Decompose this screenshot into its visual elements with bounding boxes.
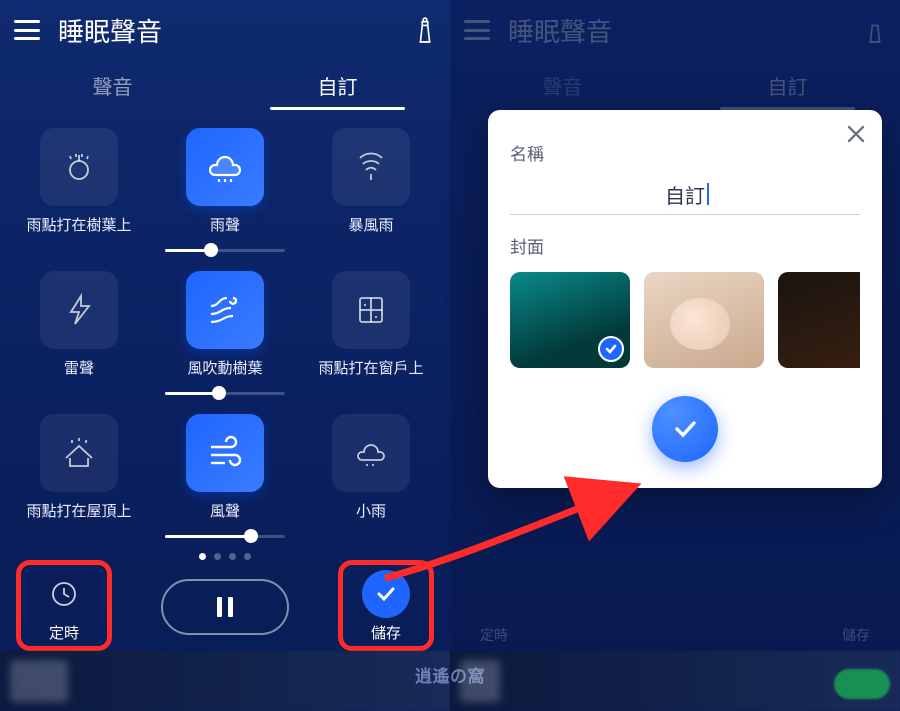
cover-field-label: 封面 — [510, 233, 860, 258]
menu-icon — [464, 20, 490, 40]
sound-window-rain[interactable]: 雨點打在窗戶上 — [298, 265, 444, 404]
save-label: 儲存 — [371, 622, 401, 643]
confirm-button[interactable] — [652, 396, 718, 462]
check-icon — [670, 414, 700, 444]
volume-slider[interactable] — [165, 241, 285, 259]
page-title: 睡眠聲音 — [58, 12, 396, 49]
phone-right: 睡眠聲音 聲音 自訂 名稱 封面 定時 儲存 — [450, 0, 900, 711]
timer-label: 定時 — [49, 622, 79, 643]
bottom-ad-blur — [450, 651, 900, 711]
tab-sound: 聲音 — [450, 60, 675, 110]
app-header: 睡眠聲音 — [0, 0, 450, 60]
bottom-ad-blur — [0, 651, 450, 711]
page-indicator — [0, 553, 450, 560]
sound-label: 雨點打在窗戶上 — [318, 357, 423, 378]
page-title: 睡眠聲音 — [508, 12, 846, 49]
sound-drizzle[interactable]: 小雨 — [298, 408, 444, 547]
sound-label: 雨聲 — [210, 214, 240, 235]
cover-list[interactable] — [510, 272, 860, 368]
dim-controls: 定時 儲存 — [450, 625, 900, 645]
sound-label: 小雨 — [356, 500, 386, 521]
sound-label: 風吹動樹葉 — [187, 357, 262, 378]
sound-rain[interactable]: 雨聲 — [152, 122, 298, 261]
play-pause-button[interactable] — [161, 579, 289, 635]
cover-option[interactable] — [644, 272, 764, 368]
volume-slider[interactable] — [165, 527, 285, 545]
sound-wind[interactable]: 風聲 — [152, 408, 298, 547]
menu-icon[interactable] — [14, 20, 40, 40]
tab-sound[interactable]: 聲音 — [0, 60, 225, 110]
sound-storm[interactable]: 暴風雨 — [298, 122, 444, 261]
sound-rain-leaf[interactable]: 雨點打在樹葉上 — [6, 122, 152, 261]
save-button[interactable]: 儲存 — [350, 570, 422, 643]
name-field-label: 名稱 — [510, 140, 860, 165]
sound-label: 風聲 — [210, 500, 240, 521]
lighthouse-icon[interactable] — [414, 16, 436, 44]
sound-grid: 雨點打在樹葉上 雨聲 暴風雨 雷聲 風吹動樹葉 雨點打在窗戶上 雨點打在屋頂 — [0, 110, 450, 547]
install-pill — [834, 669, 890, 699]
cover-option[interactable] — [778, 272, 860, 368]
dot[interactable] — [214, 553, 221, 560]
save-dialog: 名稱 封面 — [488, 110, 882, 488]
dot[interactable] — [244, 553, 251, 560]
sound-thunder[interactable]: 雷聲 — [6, 265, 152, 404]
dot[interactable] — [199, 553, 206, 560]
sound-label: 雨點打在屋頂上 — [26, 500, 131, 521]
sound-label: 暴風雨 — [348, 214, 393, 235]
sound-label: 雷聲 — [64, 357, 94, 378]
bottom-controls: 定時 儲存 — [0, 570, 450, 655]
sound-wind-leaf[interactable]: 風吹動樹葉 — [152, 265, 298, 404]
text-caret — [707, 183, 709, 205]
phone-left: 睡眠聲音 聲音 自訂 雨點打在樹葉上 雨聲 暴風雨 雷聲 風吹動樹葉 — [0, 0, 450, 711]
lighthouse-icon — [864, 16, 886, 44]
sound-label: 雨點打在樹葉上 — [26, 214, 131, 235]
volume-slider[interactable] — [165, 384, 285, 402]
tab-custom: 自訂 — [675, 60, 900, 110]
selected-check-icon — [598, 336, 624, 362]
dot[interactable] — [229, 553, 236, 560]
close-icon[interactable] — [842, 120, 870, 148]
tabs: 聲音 自訂 — [0, 60, 450, 110]
tab-custom[interactable]: 自訂 — [225, 60, 450, 110]
sound-roof-rain[interactable]: 雨點打在屋頂上 — [6, 408, 152, 547]
pause-icon — [215, 595, 235, 619]
timer-button[interactable]: 定時 — [28, 570, 100, 643]
name-input[interactable] — [510, 179, 860, 215]
cover-option[interactable] — [510, 272, 630, 368]
